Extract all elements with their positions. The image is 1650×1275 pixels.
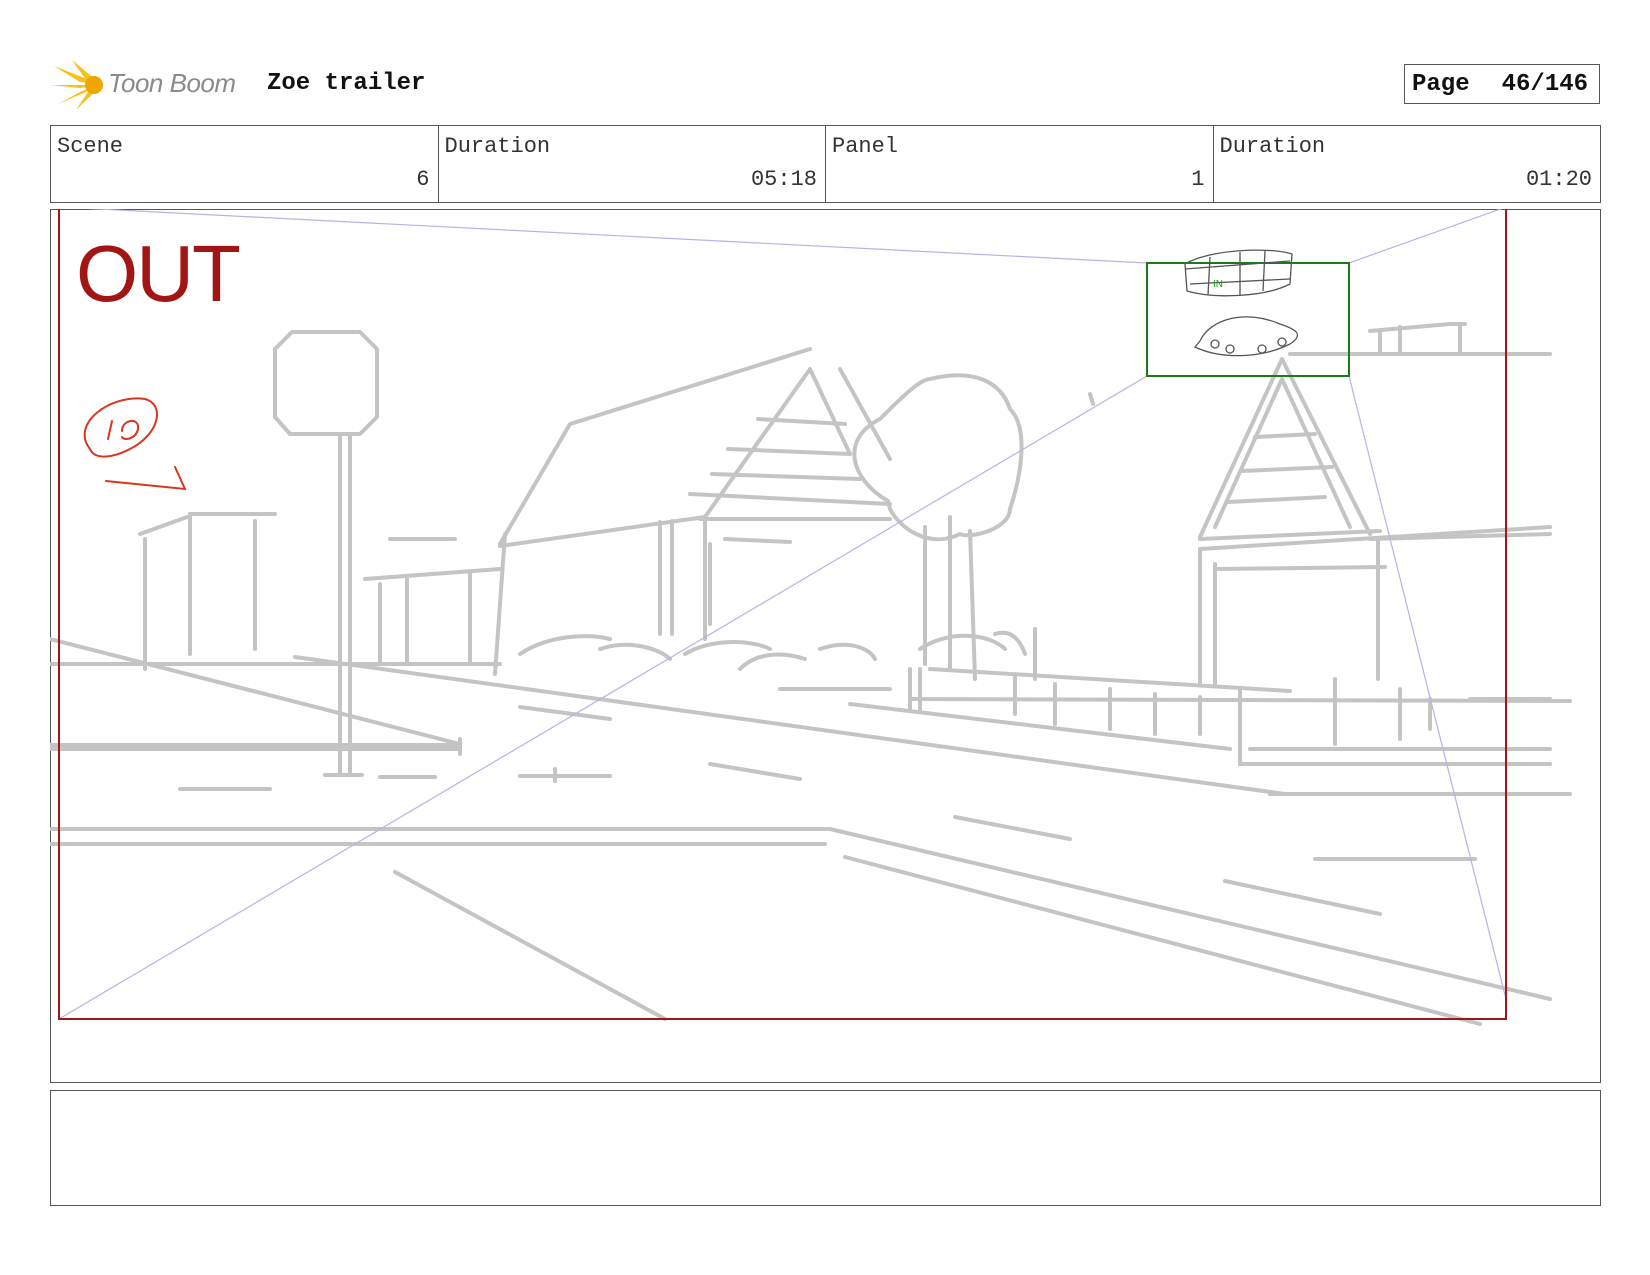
annotation-mark <box>83 397 187 491</box>
logo-text: Toon Boom <box>108 68 236 98</box>
panel-duration-cell: Duration 01:20 <box>1214 126 1601 202</box>
panel-cell: Panel 1 <box>826 126 1214 202</box>
scene-duration-label: Duration <box>444 134 551 159</box>
out-frame <box>58 209 1507 1020</box>
page-indicator: Page 46/146 <box>1404 64 1600 104</box>
out-frame-label: OUT <box>76 229 241 318</box>
panel-sketch <box>50 209 1572 1026</box>
scene-value: 6 <box>416 167 430 192</box>
panel-info-row: Scene 6 Duration 05:18 Panel 1 Duration … <box>50 125 1601 203</box>
panel-duration-value: 01:20 <box>1525 167 1592 192</box>
background-sketch <box>50 322 1572 1026</box>
page-label: Page <box>1412 70 1470 98</box>
panel-notes-box[interactable] <box>50 1090 1601 1206</box>
scene-cell: Scene 6 <box>51 126 439 202</box>
scene-label: Scene <box>57 134 124 159</box>
scene-duration-cell: Duration 05:18 <box>439 126 826 202</box>
panel-label: Panel <box>832 134 899 159</box>
panel-value: 1 <box>1191 167 1205 192</box>
stop-sign-sketch <box>273 330 379 436</box>
in-frame <box>1146 262 1350 377</box>
scene-duration-value: 05:18 <box>750 167 817 192</box>
page-number: 46/146 <box>1501 70 1589 98</box>
in-frame-label: IN <box>1213 279 1223 290</box>
spaceship-sketch <box>1184 249 1299 357</box>
camera-move-lines <box>58 209 1507 1020</box>
panel-duration-label: Duration <box>1219 134 1326 159</box>
document-title: Zoe trailer <box>267 70 426 97</box>
